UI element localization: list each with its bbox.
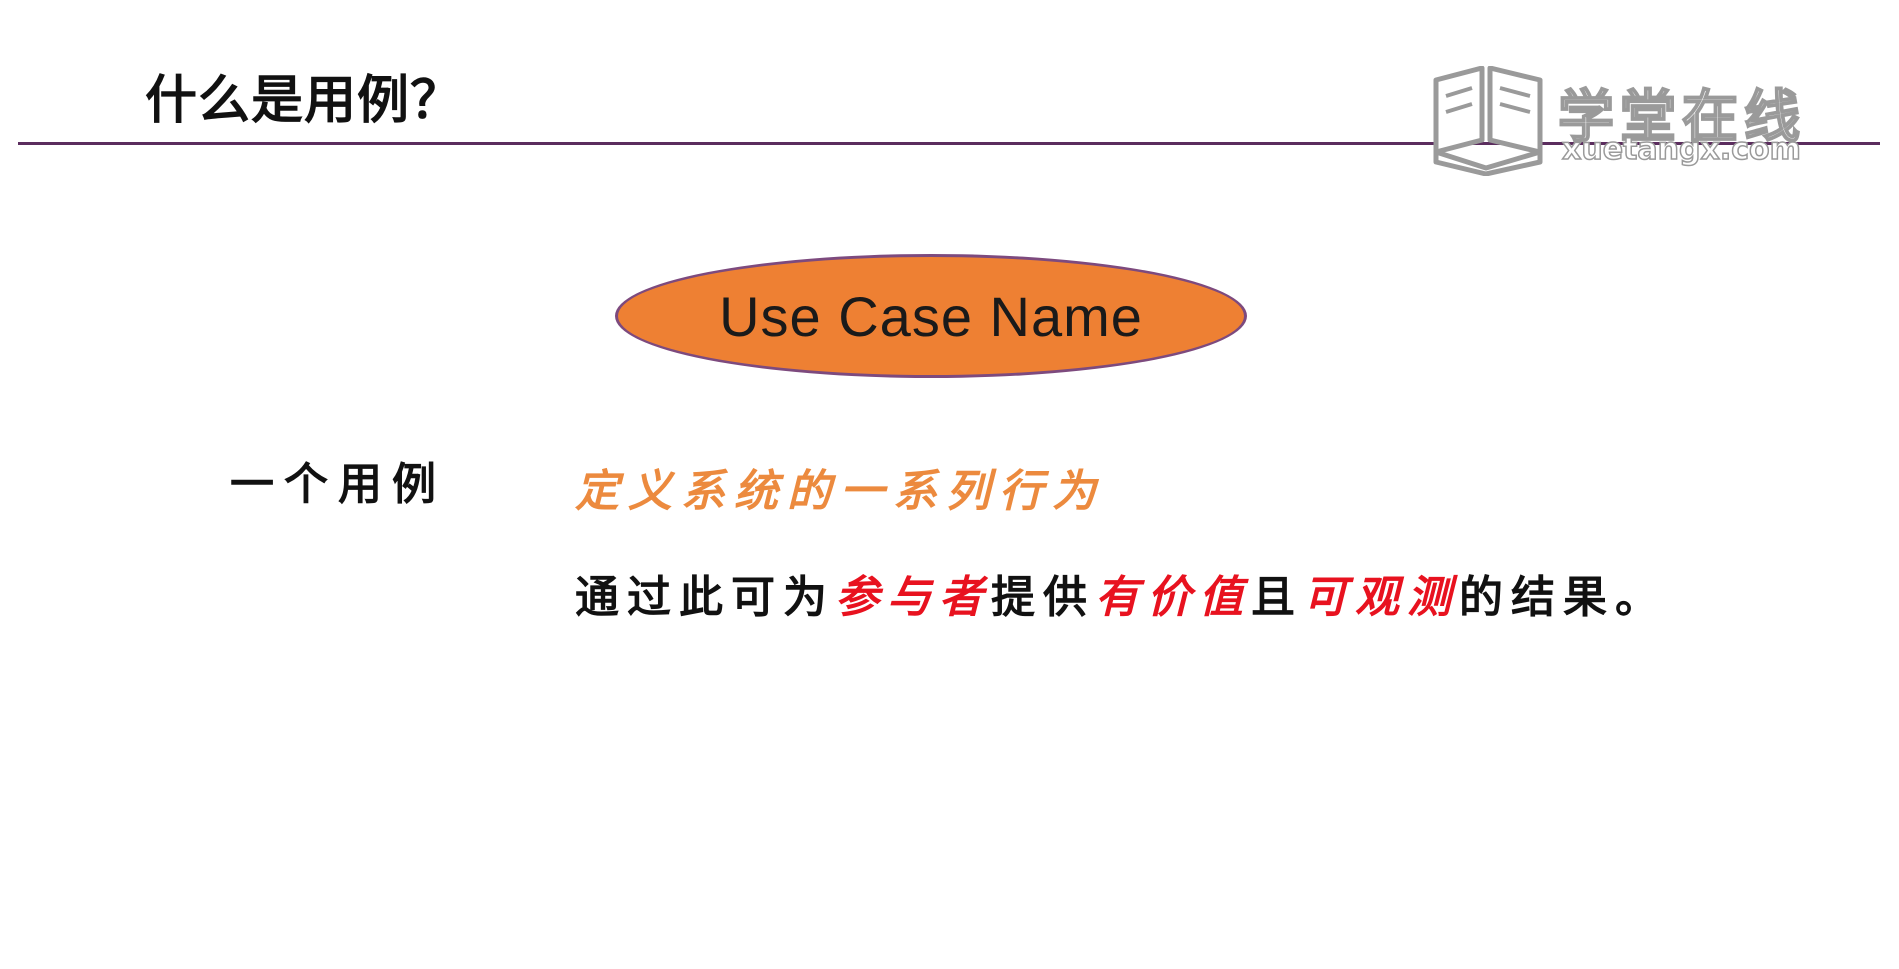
definition-line-2: 通过此可为参与者提供有价值且可观测的结果。 — [575, 561, 1667, 625]
slide: 什么是用例？ 学堂在线 xuetangx.com Use Case Name 一… — [0, 0, 1899, 969]
use-case-ellipse: Use Case Name — [615, 254, 1247, 378]
highlight-actor: 参与者 — [835, 572, 991, 623]
slide-title: 什么是用例？ — [145, 71, 464, 131]
highlight-observable: 可观测 — [1303, 572, 1459, 623]
open-book-icon — [1433, 66, 1543, 176]
definition-label: 一个用例 — [230, 459, 446, 510]
definition-line-1: 定义系统的一系列行为 — [575, 466, 1105, 517]
use-case-label: Use Case Name — [719, 284, 1143, 348]
logo-name-english: xuetangx.com — [1561, 131, 1801, 168]
line2-text-1: 通过此可为 — [575, 572, 835, 623]
line2-text-2: 提供 — [991, 572, 1095, 623]
highlight-valuable: 有价值 — [1095, 572, 1251, 623]
line2-text-4: 的结果。 — [1459, 572, 1667, 623]
line2-text-3: 且 — [1251, 572, 1303, 623]
xuetangx-logo: 学堂在线 xuetangx.com — [1428, 66, 1828, 176]
